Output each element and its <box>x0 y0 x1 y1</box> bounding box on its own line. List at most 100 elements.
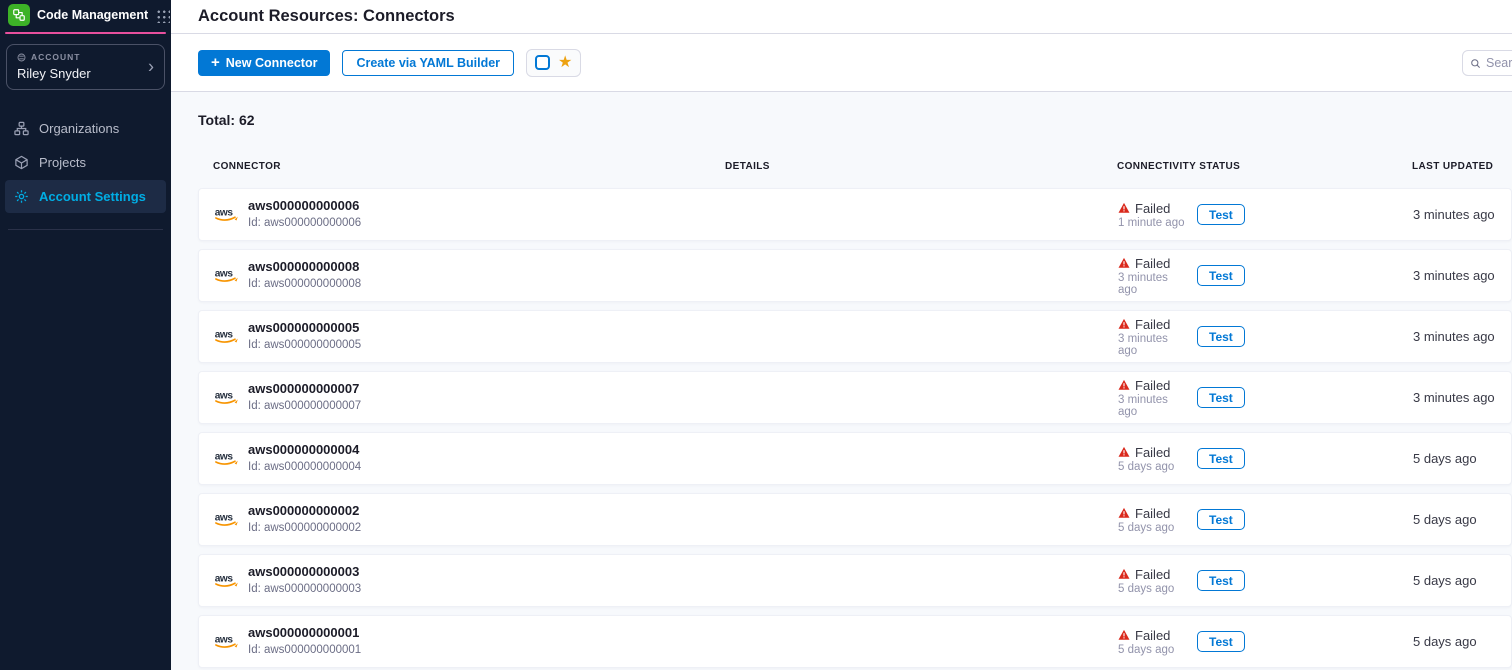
connector-id: Id: aws000000000007 <box>248 399 361 414</box>
table-row[interactable]: aws aws000000000003 Id: aws000000000003 … <box>198 554 1512 607</box>
connector-name-block: aws000000000006 Id: aws000000000006 <box>248 198 361 230</box>
svg-text:aws: aws <box>215 512 234 523</box>
connector-cell: aws aws000000000001 Id: aws000000000001 <box>214 625 726 657</box>
search-box <box>1462 50 1512 76</box>
connectivity-status-cell: Failed 5 days ago Test <box>1118 506 1413 534</box>
connectivity-status-cell: Failed 5 days ago Test <box>1118 628 1413 656</box>
status-label: Failed <box>1135 445 1170 460</box>
sidebar-item-label: Organizations <box>39 121 119 136</box>
status-block: Failed 3 minutes ago <box>1118 256 1190 296</box>
sidebar-nav: Organizations Projects Account Settings <box>0 112 171 230</box>
code-management-logo-icon[interactable] <box>8 4 30 26</box>
status-time: 5 days ago <box>1118 461 1190 473</box>
gear-icon <box>14 189 29 204</box>
aws-logo-icon: aws <box>214 389 241 407</box>
search-input[interactable] <box>1486 56 1512 70</box>
module-switcher-grid-icon[interactable] <box>155 8 170 23</box>
status-label: Failed <box>1135 378 1170 393</box>
connector-cell: aws aws000000000004 Id: aws000000000004 <box>214 442 726 474</box>
connectivity-status-cell: Failed 5 days ago Test <box>1118 567 1413 595</box>
plus-icon: + <box>211 55 220 70</box>
connector-id: Id: aws000000000004 <box>248 460 361 475</box>
status-label: Failed <box>1135 628 1170 643</box>
test-connection-button[interactable]: Test <box>1197 448 1245 469</box>
account-selector[interactable]: ACCOUNT Riley Snyder › <box>6 44 165 90</box>
connector-cell: aws aws000000000007 Id: aws000000000007 <box>214 381 726 413</box>
sidebar-item-label: Account Settings <box>39 189 146 204</box>
test-connection-button[interactable]: Test <box>1197 387 1245 408</box>
connector-name-block: aws000000000005 Id: aws000000000005 <box>248 320 361 352</box>
create-via-yaml-builder-button[interactable]: Create via YAML Builder <box>342 50 514 76</box>
table-row[interactable]: aws aws000000000002 Id: aws000000000002 … <box>198 493 1512 546</box>
table-row[interactable]: aws aws000000000006 Id: aws000000000006 … <box>198 188 1512 241</box>
connectivity-status-cell: Failed 3 minutes ago Test <box>1118 317 1413 357</box>
svg-text:aws: aws <box>215 268 234 279</box>
sidebar-item-account-settings[interactable]: Account Settings <box>5 180 166 213</box>
column-header-connector: CONNECTOR <box>213 161 725 172</box>
connectivity-status-cell: Failed 5 days ago Test <box>1118 445 1413 473</box>
table-row[interactable]: aws aws000000000008 Id: aws000000000008 … <box>198 249 1512 302</box>
connector-id: Id: aws000000000006 <box>248 216 361 231</box>
status-block: Failed 5 days ago <box>1118 445 1190 473</box>
aws-logo-icon: aws <box>214 633 241 651</box>
table-row[interactable]: aws aws000000000001 Id: aws000000000001 … <box>198 615 1512 668</box>
table-row[interactable]: aws aws000000000007 Id: aws000000000007 … <box>198 371 1512 424</box>
test-connection-button[interactable]: Test <box>1197 204 1245 225</box>
aws-logo-icon: aws <box>214 450 241 468</box>
test-connection-button[interactable]: Test <box>1197 509 1245 530</box>
aws-logo-icon: aws <box>214 572 241 590</box>
sidebar-item-projects[interactable]: Projects <box>5 146 166 179</box>
warning-triangle-icon <box>1118 446 1130 458</box>
connector-cell: aws aws000000000003 Id: aws000000000003 <box>214 564 726 596</box>
column-header-details: DETAILS <box>725 161 1117 172</box>
star-icon: ★ <box>558 55 572 71</box>
favorites-checkbox[interactable] <box>535 55 550 70</box>
new-connector-button[interactable]: + New Connector <box>198 50 330 76</box>
last-updated-cell: 5 days ago <box>1413 634 1511 649</box>
connector-name: aws000000000006 <box>248 198 361 214</box>
svg-text:aws: aws <box>215 329 234 340</box>
connectivity-status-cell: Failed 3 minutes ago Test <box>1118 378 1413 418</box>
warning-triangle-icon <box>1118 318 1130 330</box>
connector-name: aws000000000004 <box>248 442 361 458</box>
chevron-right-icon[interactable]: › <box>148 57 154 75</box>
aws-logo-icon: aws <box>214 206 241 224</box>
connector-name-block: aws000000000001 Id: aws000000000001 <box>248 625 361 657</box>
table-row[interactable]: aws aws000000000004 Id: aws000000000004 … <box>198 432 1512 485</box>
module-title: Code Management <box>37 8 148 22</box>
status-label: Failed <box>1135 317 1170 332</box>
test-connection-button[interactable]: Test <box>1197 570 1245 591</box>
warning-triangle-icon <box>1118 507 1130 519</box>
warning-triangle-icon <box>1118 379 1130 391</box>
svg-text:aws: aws <box>215 207 234 218</box>
connector-cell: aws aws000000000006 Id: aws000000000006 <box>214 198 726 230</box>
search-icon <box>1470 57 1481 70</box>
connector-name-block: aws000000000004 Id: aws000000000004 <box>248 442 361 474</box>
total-count: Total: 62 <box>198 112 1512 128</box>
connector-name-block: aws000000000002 Id: aws000000000002 <box>248 503 361 535</box>
connector-name: aws000000000008 <box>248 259 361 275</box>
status-time: 5 days ago <box>1118 522 1190 534</box>
account-scope-icon <box>17 53 26 62</box>
connector-name: aws000000000003 <box>248 564 361 580</box>
test-connection-button[interactable]: Test <box>1197 265 1245 286</box>
svg-text:aws: aws <box>215 573 234 584</box>
test-connection-button[interactable]: Test <box>1197 631 1245 652</box>
connector-name-block: aws000000000003 Id: aws000000000003 <box>248 564 361 596</box>
sidebar-item-organizations[interactable]: Organizations <box>5 112 166 145</box>
test-connection-button[interactable]: Test <box>1197 326 1245 347</box>
table-row[interactable]: aws aws000000000005 Id: aws000000000005 … <box>198 310 1512 363</box>
last-updated-cell: 3 minutes ago <box>1413 268 1511 283</box>
table-header: CONNECTOR DETAILS CONNECTIVITY STATUS LA… <box>198 161 1512 172</box>
connector-id: Id: aws000000000005 <box>248 338 361 353</box>
svg-text:aws: aws <box>215 390 234 401</box>
connector-cell: aws aws000000000005 Id: aws000000000005 <box>214 320 726 352</box>
warning-triangle-icon <box>1118 629 1130 641</box>
warning-triangle-icon <box>1118 568 1130 580</box>
svg-text:aws: aws <box>215 634 234 645</box>
connector-list-panel: Total: 62 CONNECTOR DETAILS CONNECTIVITY… <box>171 92 1512 670</box>
status-time: 5 days ago <box>1118 644 1190 656</box>
connector-name: aws000000000005 <box>248 320 361 336</box>
brand-accent-divider <box>5 32 166 34</box>
page-title: Account Resources: Connectors <box>198 7 455 26</box>
